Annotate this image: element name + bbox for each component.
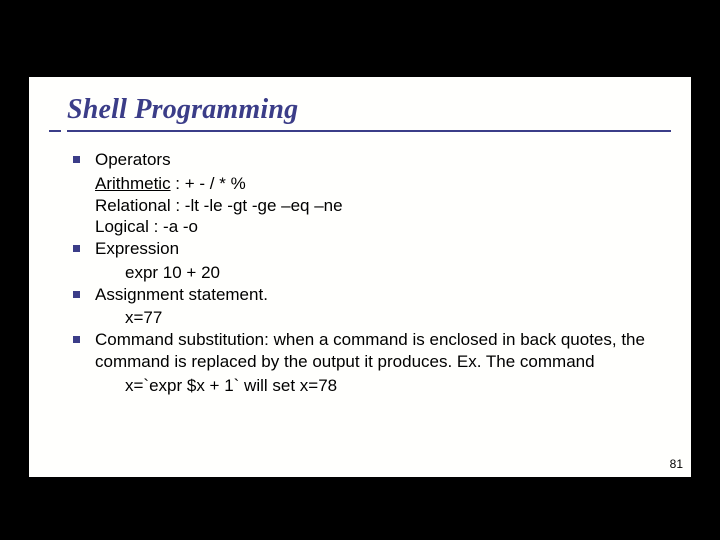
operator-values: : + - / * % [171,174,246,193]
example-command-substitution: x=`expr $x + 1` will set x=78 [59,375,673,397]
square-bullet-icon [73,336,80,343]
item-head: Operators [95,150,171,169]
item-head: Command substitution: when a command is … [95,330,645,371]
operator-values: : -lt -le -gt -ge –eq –ne [171,196,343,215]
square-bullet-icon [73,156,80,163]
slide-body: Operators Arithmetic : + - / * % Relatio… [59,149,673,396]
operator-line-logical: Logical : -a -o [59,216,673,238]
square-bullet-icon [73,245,80,252]
example-assignment: x=77 [59,307,673,329]
bullet-item-command-substitution: Command substitution: when a command is … [59,329,673,373]
bullet-item-operators: Operators [59,149,673,171]
operator-values: : -a -o [149,217,198,236]
bullet-item-expression: Expression [59,238,673,260]
bullet-item-assignment: Assignment statement. [59,284,673,306]
item-head: Assignment statement. [95,285,268,304]
operator-label: Relational [95,196,171,215]
operator-label: Logical [95,217,149,236]
operator-label: Arithmetic [95,174,171,193]
page-number: 81 [670,457,683,471]
example-expression: expr 10 + 20 [59,262,673,284]
slide: Shell Programming Operators Arithmetic :… [29,77,691,477]
operator-line-relational: Relational : -lt -le -gt -ge –eq –ne [59,195,673,217]
title-block: Shell Programming [67,94,671,132]
operator-line-arithmetic: Arithmetic : + - / * % [59,173,673,195]
square-bullet-icon [73,291,80,298]
slide-title: Shell Programming [67,94,671,126]
item-head: Expression [95,239,179,258]
title-rule-tick [49,130,61,132]
title-rule [67,130,671,132]
